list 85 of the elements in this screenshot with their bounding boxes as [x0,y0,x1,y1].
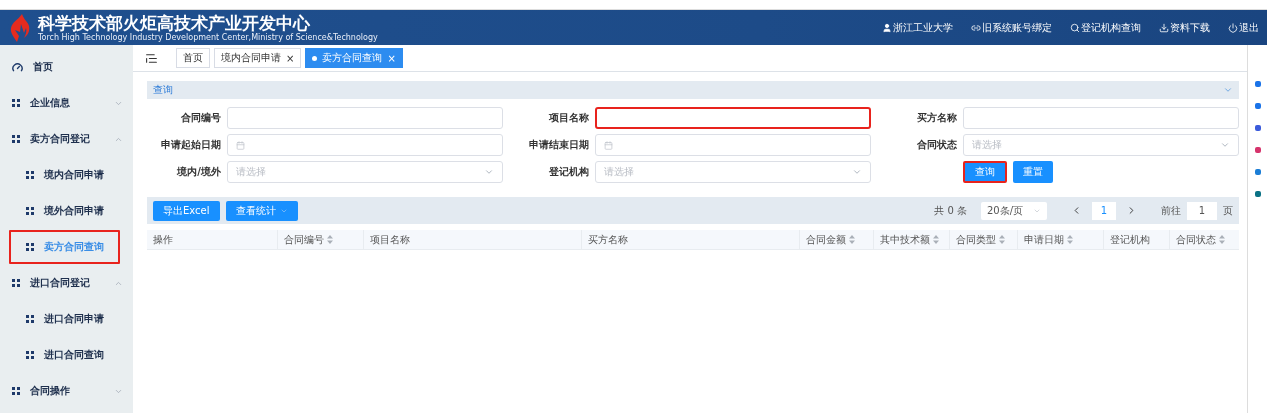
calendar-icon [604,140,613,150]
chevron-down-icon [852,167,862,177]
input-field[interactable] [595,107,871,129]
grid-icon [26,207,34,215]
sidebar-item[interactable]: 企业信息 [0,85,133,121]
search-icon [1070,22,1080,33]
column-header: 买方名称 [581,230,799,249]
column-header: 操作 [152,232,174,247]
download-icon [1159,22,1169,33]
header-link[interactable]: 旧系统账号绑定 [971,20,1052,35]
torch-logo-icon [8,13,30,42]
link-icon [971,22,981,33]
user-icon [882,22,892,33]
column-header[interactable]: 申请日期 [1017,230,1103,249]
sidebar-item[interactable]: 进口合同查询 [0,337,133,373]
sort-icon[interactable] [999,235,1005,244]
placeholder-text: 请选择 [236,165,267,179]
page-size-select[interactable]: 20条/页 [981,201,1047,220]
sort-icon[interactable] [933,235,939,244]
header-link[interactable]: 浙江工业大学 [882,20,953,35]
column-header[interactable]: 合同编号 [277,230,363,249]
field-label: 境内/境外 [176,165,221,179]
total-count: 共 0 条 [934,203,967,218]
sidebar-item[interactable]: 境外合同申请 [0,193,133,229]
grid-icon [26,171,34,179]
column-header: 登记机构 [1103,230,1169,249]
page-unit: 页 [1223,203,1233,218]
date-field[interactable] [595,134,871,156]
field-label: 申请结束日期 [528,138,589,152]
field-label: 登记机构 [548,165,589,179]
site-subtitle: Torch High Technology Industry Development Center,Ministry of Science&Technology [38,32,379,43]
goto-page-field[interactable]: 1 [1187,201,1217,220]
grid-icon [12,135,20,143]
header-link[interactable]: 退出 [1228,20,1259,35]
sidebar-item[interactable]: 进口合同登记 [0,265,133,301]
placeholder-text: 请选择 [604,165,635,179]
column-header[interactable]: 其中技术额 [873,230,949,249]
placeholder-text: 请选择 [972,138,1003,152]
sidebar-item[interactable]: 合同操作 [0,373,133,409]
header-link[interactable]: 登记机构查询 [1070,20,1141,35]
tab[interactable]: 境内合同申请 × [214,48,302,68]
panel-title: 查询 [153,83,173,97]
app-icon[interactable] [1254,191,1261,197]
field-label: 买方名称 [916,111,957,125]
sidebar-item[interactable]: 卖方合同登记 [0,121,133,157]
field-label: 申请起始日期 [160,138,221,152]
app-icon[interactable] [1254,103,1261,109]
site-title: 科学技术部火炬高技术产业开发中心 [38,12,311,33]
calendar-icon [236,140,245,150]
grid-icon [26,243,34,251]
grid-icon [12,387,20,395]
grid-icon [26,315,34,323]
field-label: 合同编号 [180,111,221,125]
chevron-down-icon [1220,140,1230,150]
app-icon[interactable] [1254,81,1261,87]
sort-icon[interactable] [327,235,333,244]
sidebar-item[interactable]: 境内合同申请 [0,157,133,193]
menu-toggle-icon[interactable] [145,51,158,65]
grid-icon [12,279,20,287]
tab[interactable]: 首页 [176,48,210,68]
power-icon [1228,22,1238,33]
header-link[interactable]: 资料下载 [1159,20,1210,35]
dot-icon [312,55,318,61]
app-icon[interactable] [1254,147,1261,153]
dashboard-icon [12,61,23,73]
date-field[interactable] [227,134,503,156]
field-label: 项目名称 [548,111,589,125]
sidebar-item[interactable]: 进口合同申请 [0,301,133,337]
sort-icon[interactable] [849,235,855,244]
grid-icon [12,99,20,107]
column-header[interactable]: 合同状态 [1169,230,1239,249]
close-icon[interactable]: × [286,52,295,64]
chevron-down-icon[interactable] [1223,85,1233,95]
sort-icon[interactable] [1067,235,1073,244]
chevron-down-icon [484,167,494,177]
column-header: 项目名称 [363,230,581,249]
sort-icon[interactable] [1219,235,1225,244]
grid-icon [26,351,34,359]
goto-label: 前往 [1161,203,1181,218]
app-icon[interactable] [1254,125,1261,131]
column-header[interactable]: 合同金额 [799,230,873,249]
field-label: 合同状态 [916,138,957,152]
app-icon[interactable] [1254,169,1261,175]
column-header[interactable]: 合同类型 [949,230,1017,249]
sidebar-item[interactable]: 首页 [0,49,133,85]
